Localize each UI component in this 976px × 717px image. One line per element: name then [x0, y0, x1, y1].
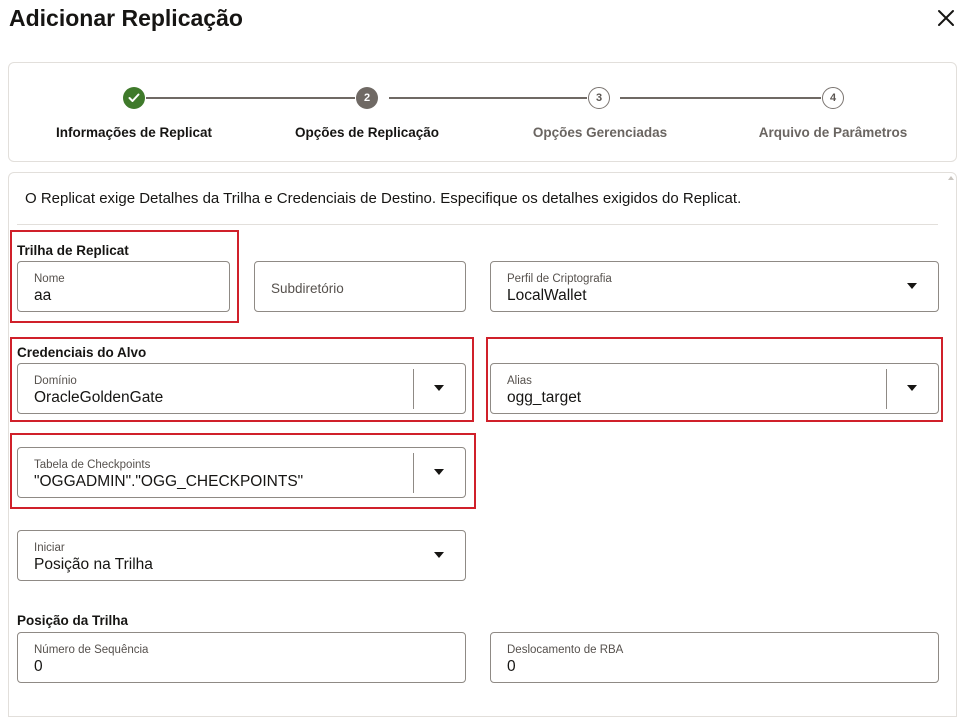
rba-label: Deslocamento de RBA: [507, 644, 624, 656]
nome-value: aa: [34, 287, 52, 304]
step-4-label[interactable]: Arquivo de Parâmetros: [759, 125, 908, 140]
nome-field[interactable]: Nome aa: [17, 261, 230, 312]
alias-select[interactable]: Alias ogg_target: [490, 363, 939, 414]
credentials-section-label: Credenciais do Alvo: [17, 345, 147, 360]
select-separator: [413, 369, 414, 409]
divider: [17, 224, 938, 225]
checkpoint-value: "OGGADMIN"."OGG_CHECKPOINTS": [34, 473, 304, 490]
step-2-circle[interactable]: 2: [356, 87, 378, 109]
sequencia-value: 0: [34, 658, 43, 675]
select-separator: [413, 453, 414, 493]
perfil-value: LocalWallet: [507, 287, 587, 304]
alias-value: ogg_target: [507, 389, 582, 406]
step-connector: [389, 97, 587, 99]
perfil-criptografia-select[interactable]: Perfil de Criptografia LocalWallet: [490, 261, 939, 312]
step-3-label[interactable]: Opções Gerenciadas: [533, 125, 667, 140]
subdiretorio-placeholder: Subdiretório: [271, 281, 344, 296]
dominio-value: OracleGoldenGate: [34, 389, 164, 406]
sequence-number-field[interactable]: Número de Sequência 0: [17, 632, 466, 683]
trail-section-label: Trilha de Replicat: [17, 243, 129, 258]
dominio-select[interactable]: Domínio OracleGoldenGate: [17, 363, 466, 414]
iniciar-label: Iniciar: [34, 542, 65, 554]
step-3-circle[interactable]: 3: [588, 87, 610, 109]
chevron-down-icon[interactable]: [907, 283, 917, 289]
scroll-up-arrow-icon[interactable]: [948, 176, 954, 180]
step-1-label[interactable]: Informações de Replicat: [56, 125, 212, 140]
perfil-label: Perfil de Criptografia: [507, 273, 612, 285]
checkpoint-label: Tabela de Checkpoints: [34, 459, 151, 471]
iniciar-select[interactable]: Iniciar Posição na Trilha: [17, 530, 466, 581]
checkpoint-table-select[interactable]: Tabela de Checkpoints "OGGADMIN"."OGG_CH…: [17, 447, 466, 498]
nome-label: Nome: [34, 273, 65, 285]
scrollbar[interactable]: [946, 174, 956, 710]
step-connector: [146, 97, 355, 99]
dialog-title: Adicionar Replicação: [9, 5, 243, 31]
chevron-down-icon[interactable]: [907, 385, 917, 391]
dominio-label: Domínio: [34, 375, 77, 387]
step-1-check-icon[interactable]: [123, 87, 145, 109]
select-separator: [886, 369, 887, 409]
intro-text: O Replicat exige Detalhes da Trilha e Cr…: [25, 190, 742, 207]
trail-position-section-label: Posição da Trilha: [17, 613, 129, 628]
chevron-down-icon[interactable]: [434, 385, 444, 391]
progress-stepper: 2 3 4 Informações de Replicat Opções de …: [8, 62, 957, 162]
chevron-down-icon[interactable]: [434, 552, 444, 558]
sequencia-label: Número de Sequência: [34, 644, 149, 656]
step-connector: [620, 97, 821, 99]
step-4-circle[interactable]: 4: [822, 87, 844, 109]
close-icon[interactable]: [934, 6, 958, 30]
alias-label: Alias: [507, 375, 532, 387]
chevron-down-icon[interactable]: [434, 469, 444, 475]
subdiretorio-field[interactable]: Subdiretório: [254, 261, 466, 312]
iniciar-value: Posição na Trilha: [34, 556, 153, 573]
step-2-label[interactable]: Opções de Replicação: [295, 125, 439, 140]
rba-value: 0: [507, 658, 516, 675]
rba-offset-field[interactable]: Deslocamento de RBA 0: [490, 632, 939, 683]
